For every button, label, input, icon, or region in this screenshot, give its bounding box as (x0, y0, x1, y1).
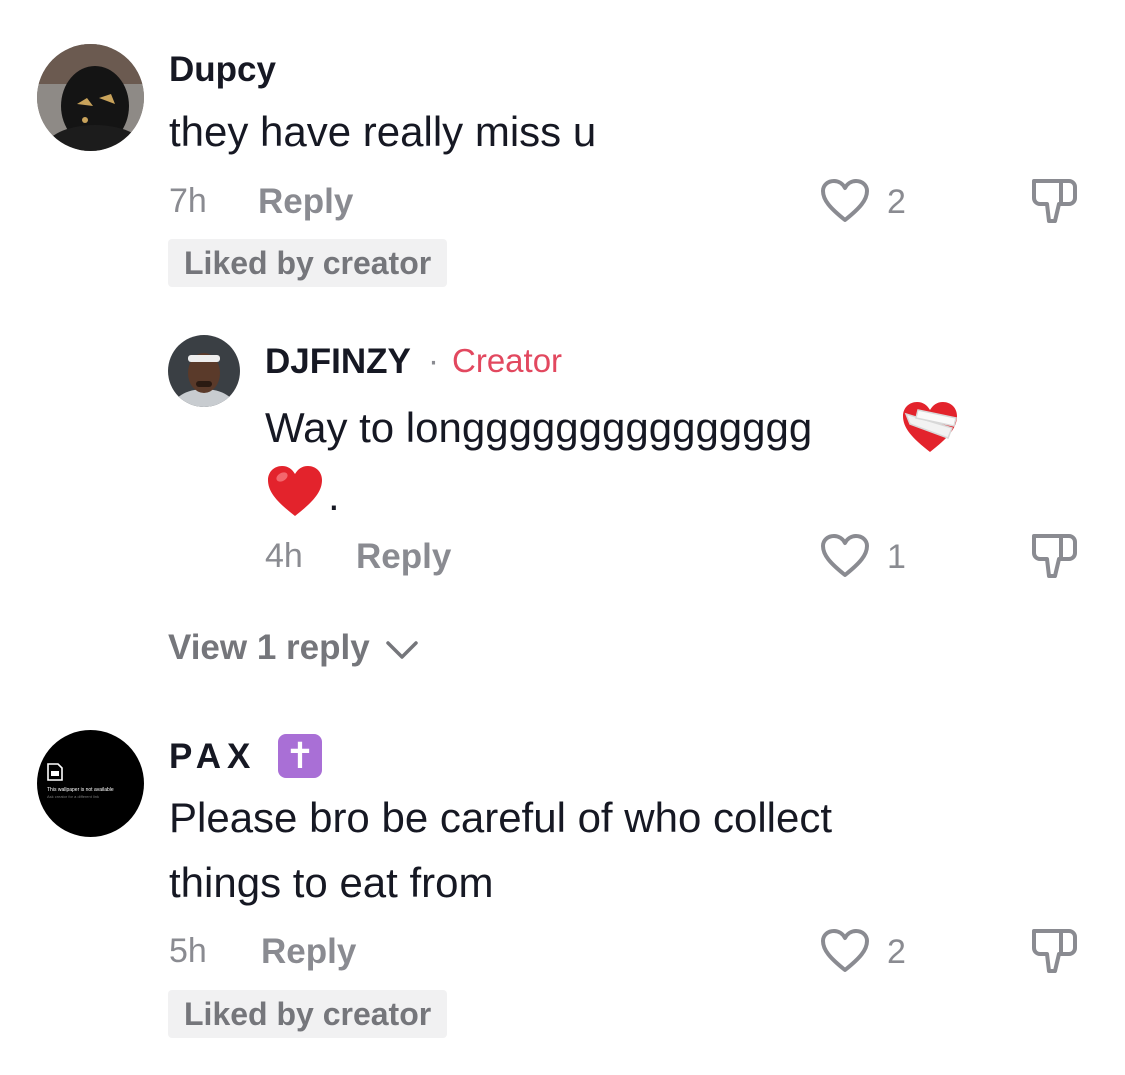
avatar-djfinzy[interactable] (168, 335, 240, 407)
comment-timestamp: 7h (169, 182, 207, 220)
avatar-caption: This wallpaper is not available (47, 787, 114, 793)
view-replies-label: View 1 reply (168, 628, 370, 667)
like-count: 1 (887, 538, 906, 576)
separator-dot: · (428, 342, 439, 379)
comment-username[interactable]: PAX (169, 737, 256, 777)
man-headband-avatar-icon (168, 335, 240, 407)
creator-label: Creator (452, 342, 563, 379)
heart-outline-icon[interactable] (820, 178, 870, 224)
liked-by-creator-badge: Liked by creator (168, 239, 448, 287)
avatar-caption-sub: Ask creator for a different link (47, 794, 99, 799)
reply-text-line2: . (328, 472, 340, 519)
heart-outline-icon[interactable] (820, 928, 870, 974)
comment-text-line1: Please bro be careful of who collect (169, 794, 833, 841)
like-count: 2 (887, 933, 906, 971)
chevron-down-icon (386, 641, 419, 659)
dislike-icon[interactable] (1029, 926, 1079, 976)
heart-outline-icon[interactable] (820, 533, 870, 579)
red-heart-emoji-icon (265, 462, 325, 525)
comment-text-line2: things to eat from (169, 859, 494, 906)
reply-text-line1: Way to longgggggggggggggg (265, 404, 813, 451)
reply-button[interactable]: Reply (261, 932, 356, 972)
broken-image-icon (47, 763, 63, 781)
comment-timestamp: 5h (169, 932, 207, 970)
dislike-icon[interactable] (1029, 531, 1079, 581)
avatar-pax[interactable]: This wallpaper is not available Ask crea… (37, 730, 144, 837)
comment-text: they have really miss u (169, 108, 597, 155)
avatar-dupcy[interactable] (37, 44, 144, 151)
reply-timestamp: 4h (265, 537, 303, 575)
reply-username[interactable]: DJFINZY (265, 342, 411, 382)
reply-button[interactable]: Reply (258, 182, 353, 222)
liked-by-creator-badge: Liked by creator (168, 990, 448, 1038)
latin-cross-emoji-icon: ✝ (278, 734, 322, 778)
masked-person-avatar-icon (37, 44, 144, 151)
dislike-icon[interactable] (1029, 176, 1079, 226)
view-replies-link[interactable]: View 1 reply (168, 628, 419, 668)
like-count: 2 (887, 183, 906, 221)
reply-button[interactable]: Reply (356, 537, 451, 577)
mending-heart-emoji-icon (900, 398, 960, 461)
comment-username[interactable]: Dupcy (169, 50, 276, 90)
